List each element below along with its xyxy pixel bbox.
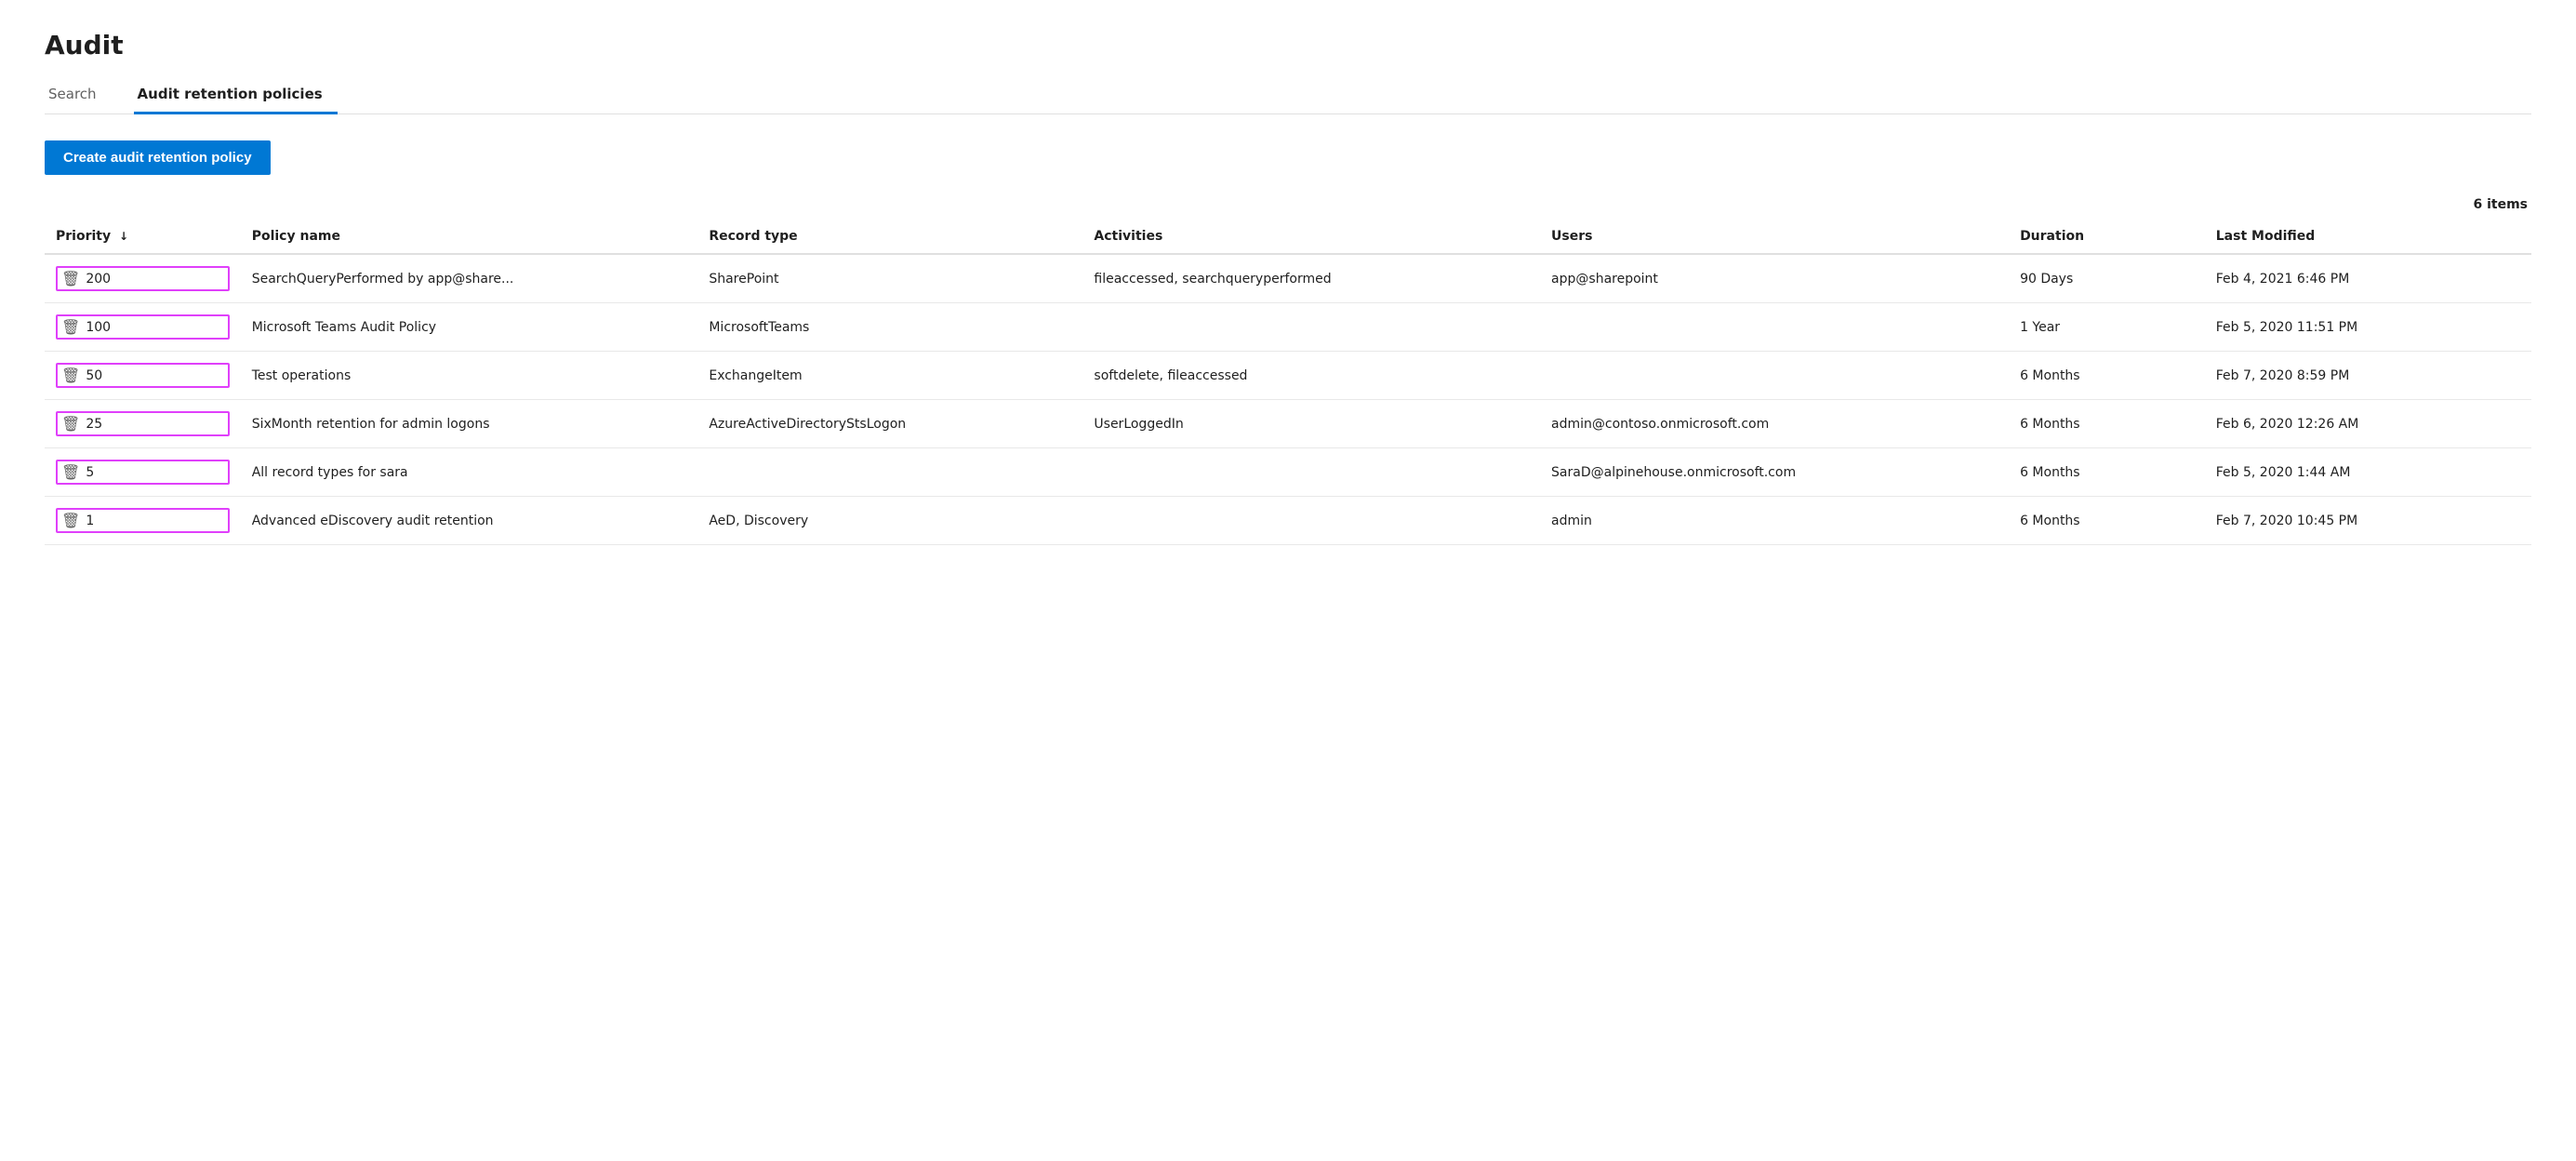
priority-inner: 🗑 25	[56, 411, 230, 436]
users-cell: SaraD@alpinehouse.onmicrosoft.com	[1540, 448, 2009, 497]
priority-number: 5	[86, 465, 94, 480]
policy-name-cell[interactable]: All record types for sara	[241, 448, 698, 497]
last-modified-cell: Feb 7, 2020 10:45 PM	[2205, 497, 2531, 545]
policy-name-cell[interactable]: SixMonth retention for admin logons	[241, 400, 698, 448]
record-type-cell: MicrosoftTeams	[697, 303, 1082, 352]
priority-inner: 🗑 200	[56, 266, 230, 291]
last-modified-cell: Feb 5, 2020 1:44 AM	[2205, 448, 2531, 497]
duration-cell: 6 Months	[2009, 400, 2205, 448]
delete-icon[interactable]: 🗑	[61, 512, 80, 529]
duration-cell: 90 Days	[2009, 254, 2205, 303]
page-container: Audit Search Audit retention policies Cr…	[0, 0, 2576, 575]
duration-cell: 1 Year	[2009, 303, 2205, 352]
priority-number: 1	[86, 514, 94, 528]
items-count: 6 items	[2473, 197, 2531, 212]
activities-cell: fileaccessed, searchqueryperformed	[1082, 254, 1540, 303]
delete-icon[interactable]: 🗑	[61, 463, 80, 481]
last-modified-cell: Feb 4, 2021 6:46 PM	[2205, 254, 2531, 303]
tab-audit-retention-policies[interactable]: Audit retention policies	[134, 76, 338, 114]
activities-cell	[1082, 497, 1540, 545]
audit-policies-table: Priority ↓ Policy name Record type Activ…	[45, 220, 2531, 545]
record-type-cell: AzureActiveDirectoryStsLogon	[697, 400, 1082, 448]
last-modified-cell: Feb 6, 2020 12:26 AM	[2205, 400, 2531, 448]
col-header-activities[interactable]: Activities	[1082, 220, 1540, 254]
tab-search[interactable]: Search	[45, 76, 112, 114]
policy-name-cell[interactable]: Test operations	[241, 352, 698, 400]
col-header-duration[interactable]: Duration	[2009, 220, 2205, 254]
page-title: Audit	[45, 30, 2531, 60]
priority-inner: 🗑 100	[56, 314, 230, 340]
table-header-row: 6 items	[45, 197, 2531, 212]
priority-number: 200	[86, 272, 111, 287]
priority-number: 50	[86, 368, 102, 383]
sort-icon: ↓	[119, 230, 128, 243]
table-row: 🗑 50 Test operationsExchangeItemsoftdele…	[45, 352, 2531, 400]
delete-icon[interactable]: 🗑	[61, 318, 80, 336]
priority-cell: 🗑 1	[45, 497, 241, 545]
table-row: 🗑 100 Microsoft Teams Audit PolicyMicros…	[45, 303, 2531, 352]
priority-cell: 🗑 200	[45, 254, 241, 303]
tab-bar: Search Audit retention policies	[45, 75, 2531, 114]
priority-inner: 🗑 1	[56, 508, 230, 533]
users-cell: admin@contoso.onmicrosoft.com	[1540, 400, 2009, 448]
policy-name-cell[interactable]: Advanced eDiscovery audit retention	[241, 497, 698, 545]
delete-icon[interactable]: 🗑	[61, 270, 80, 287]
duration-cell: 6 Months	[2009, 352, 2205, 400]
priority-cell: 🗑 25	[45, 400, 241, 448]
users-cell: admin	[1540, 497, 2009, 545]
table-row: 🗑 1 Advanced eDiscovery audit retentionA…	[45, 497, 2531, 545]
duration-cell: 6 Months	[2009, 448, 2205, 497]
last-modified-cell: Feb 7, 2020 8:59 PM	[2205, 352, 2531, 400]
activities-cell: softdelete, fileaccessed	[1082, 352, 1540, 400]
users-cell	[1540, 303, 2009, 352]
col-header-policy-name[interactable]: Policy name	[241, 220, 698, 254]
table-row: 🗑 5 All record types for sara SaraD@alpin…	[45, 448, 2531, 497]
col-header-users[interactable]: Users	[1540, 220, 2009, 254]
record-type-cell: SharePoint	[697, 254, 1082, 303]
record-type-cell	[697, 448, 1082, 497]
record-type-cell: AeD, Discovery	[697, 497, 1082, 545]
delete-icon[interactable]: 🗑	[61, 367, 80, 384]
priority-cell: 🗑 100	[45, 303, 241, 352]
activities-cell	[1082, 303, 1540, 352]
priority-number: 25	[86, 417, 102, 432]
table-row: 🗑 25 SixMonth retention for admin logons…	[45, 400, 2531, 448]
last-modified-cell: Feb 5, 2020 11:51 PM	[2205, 303, 2531, 352]
priority-inner: 🗑 5	[56, 460, 230, 485]
activities-cell	[1082, 448, 1540, 497]
col-header-last-modified[interactable]: Last Modified	[2205, 220, 2531, 254]
col-header-priority[interactable]: Priority ↓	[45, 220, 241, 254]
record-type-cell: ExchangeItem	[697, 352, 1082, 400]
priority-cell: 🗑 50	[45, 352, 241, 400]
delete-icon[interactable]: 🗑	[61, 415, 80, 433]
users-cell: app@sharepoint	[1540, 254, 2009, 303]
policy-name-cell[interactable]: Microsoft Teams Audit Policy	[241, 303, 698, 352]
create-audit-retention-policy-button[interactable]: Create audit retention policy	[45, 140, 271, 175]
priority-inner: 🗑 50	[56, 363, 230, 388]
policy-name-cell[interactable]: SearchQueryPerformed by app@share...	[241, 254, 698, 303]
table-row: 🗑 200 SearchQueryPerformed by app@share.…	[45, 254, 2531, 303]
users-cell	[1540, 352, 2009, 400]
duration-cell: 6 Months	[2009, 497, 2205, 545]
priority-cell: 🗑 5	[45, 448, 241, 497]
col-header-record-type[interactable]: Record type	[697, 220, 1082, 254]
priority-number: 100	[86, 320, 111, 335]
table-header: Priority ↓ Policy name Record type Activ…	[45, 220, 2531, 254]
activities-cell: UserLoggedIn	[1082, 400, 1540, 448]
